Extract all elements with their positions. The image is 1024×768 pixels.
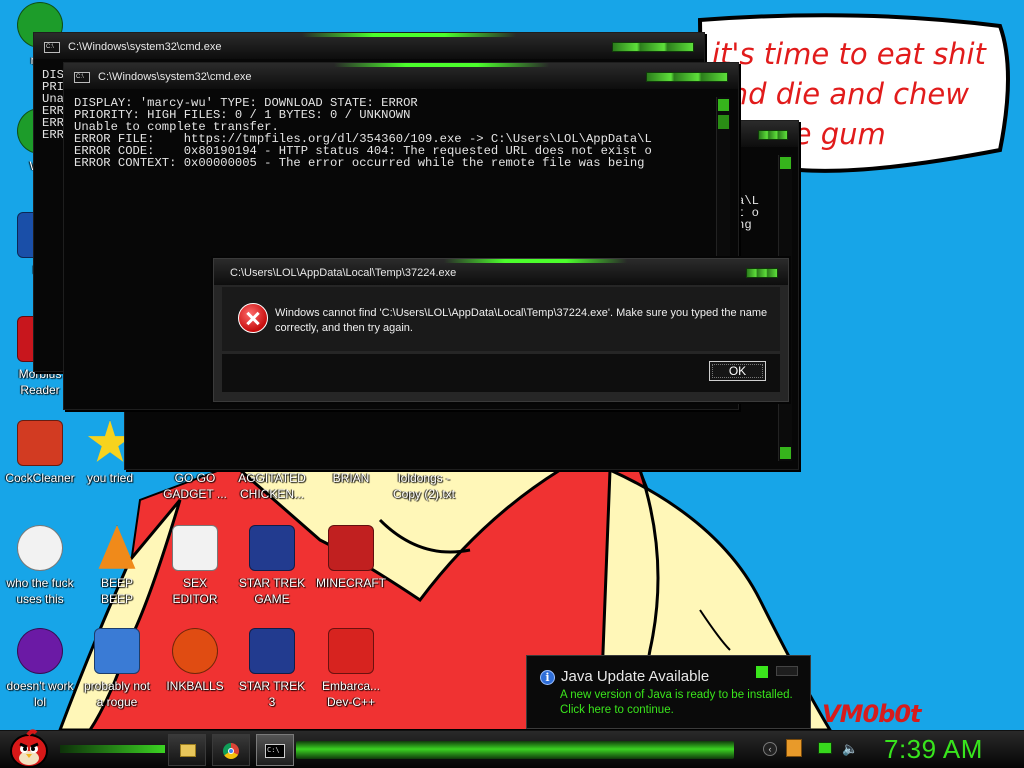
desktop-icon-label: INKBALLS (166, 679, 224, 693)
cmd-back-title: C:\Windows\system32\cmd.exe (68, 41, 222, 53)
scroll-down-arrow-icon[interactable] (780, 447, 791, 459)
show-hidden-icons-chevron-icon[interactable]: ‹ (763, 742, 777, 756)
desktop-icon-label: doesn't work lol (6, 679, 74, 709)
taskbar: C:\ ‹ 🔈 (0, 727, 1024, 768)
scroll-thumb[interactable] (718, 115, 729, 129)
error-message: Windows cannot find 'C:\Users\LOL\AppDat… (275, 307, 768, 334)
desktop-icon-label: SEX EDITOR (172, 576, 218, 606)
avast-icon (17, 525, 63, 571)
volume-icon[interactable]: 🔈 (842, 742, 858, 757)
desktop-icon-label: Embarca... Dev-C++ (321, 679, 381, 709)
java-message[interactable]: A new version of Java is ready to be ins… (560, 688, 793, 718)
desktop-icon[interactable]: BEEP BEEP (77, 525, 157, 607)
devcpp-icon (328, 628, 374, 674)
star-wars-game-icon (249, 628, 295, 674)
desktop-icon-label: loldongs - Copy (2).txt (392, 471, 455, 501)
file-explorer-icon (180, 744, 196, 757)
signature-text: VM0b0t (822, 700, 922, 728)
chrome-icon (223, 743, 239, 759)
java-tray-icon[interactable] (786, 739, 802, 757)
window-controls[interactable] (646, 72, 728, 82)
desktop-icon-label: STAR TREK 3 (238, 679, 306, 709)
taskbar-chrome-button[interactable] (212, 734, 250, 766)
cmd-front-output: DISPLAY: 'marcy-wu' TYPE: DOWNLOAD STATE… (74, 97, 652, 170)
ok-button[interactable]: OK (709, 361, 766, 381)
angry-bird-icon (328, 525, 374, 571)
cmd-icon: C:\ (265, 744, 285, 758)
desktop-icon-label: CockCleaner (5, 471, 75, 485)
hxd-icon (172, 525, 218, 571)
error-icon (238, 303, 268, 333)
desktop-icon-label: AGGITATED CHICKEN... (238, 471, 306, 501)
window-controls[interactable] (758, 130, 788, 140)
info-icon: i (540, 670, 555, 685)
inkball-icon (172, 628, 218, 674)
cmd-icon: C:\ (74, 72, 90, 83)
vlc-cone-icon (98, 525, 136, 569)
taskbar-cmd-button[interactable]: C:\ (256, 734, 294, 766)
java-title: Java Update Available (561, 668, 710, 685)
start-button[interactable] (6, 727, 52, 768)
desktop-icon[interactable]: Embarca... Dev-C++ (311, 628, 391, 710)
desktop-icon-label: GO GO GADGET ... (163, 471, 227, 501)
desktop-icon[interactable]: INKBALLS (155, 628, 235, 694)
desktop-icon-label: BRIAN (332, 471, 370, 485)
scroll-up-arrow-icon[interactable] (780, 157, 791, 169)
desktop-icon[interactable]: MINECRAFT (311, 525, 391, 591)
cmd-icon: C:\ (44, 42, 60, 53)
close-button[interactable] (776, 666, 798, 676)
network-icon[interactable] (818, 742, 832, 754)
cmd-front-title: C:\Windows\system32\cmd.exe (98, 71, 252, 83)
desktop-icon[interactable]: CockCleaner (0, 420, 80, 486)
tray-shortcut-icon (756, 666, 768, 678)
cmd-front-titlebar[interactable]: C:\ C:\Windows\system32\cmd.exe (64, 63, 738, 89)
desktop-icon-label: probably not a rogue (83, 679, 151, 709)
yahoo-messenger-icon (17, 628, 63, 674)
desktop-icon[interactable]: STAR TREK 3 (232, 628, 312, 710)
error-dialog-title: C:\Users\LOL\AppData\Local\Temp\37224.ex… (230, 267, 457, 279)
desktop-icon-label: BEEP BEEP (100, 576, 133, 606)
desktop-icon[interactable]: SEX EDITOR (155, 525, 235, 607)
desktop-icon-label: STAR TREK GAME (238, 576, 306, 606)
java-update-notification[interactable]: i Java Update Available A new version of… (526, 655, 811, 729)
desktop-icon[interactable]: doesn't work lol (0, 628, 80, 710)
desktop-icon[interactable]: STAR TREK GAME (232, 525, 312, 607)
ccleaner-icon (17, 420, 63, 466)
desktop-icon[interactable]: probably not a rogue (77, 628, 157, 710)
window-controls[interactable] (612, 42, 694, 52)
cmd-right-output: a\L t o ng (737, 195, 759, 232)
gear-program-icon (94, 628, 140, 674)
desktop-icon-label: MINECRAFT (316, 576, 386, 590)
error-dialog[interactable]: C:\Users\LOL\AppData\Local\Temp\37224.ex… (213, 258, 789, 402)
scroll-up-arrow-icon[interactable] (718, 99, 729, 111)
star-wars-game-icon (249, 525, 295, 571)
error-dialog-titlebar[interactable]: C:\Users\LOL\AppData\Local\Temp\37224.ex… (214, 259, 788, 285)
desktop-icon[interactable]: who the fuck uses this (0, 525, 80, 607)
cmd-back-titlebar[interactable]: C:\ C:\Windows\system32\cmd.exe (34, 33, 704, 59)
taskbar-explorer-button[interactable] (168, 734, 206, 766)
desktop-icon-label: who the fuck uses this (6, 576, 74, 606)
desktop-icon-label: you tried (86, 471, 134, 485)
close-button[interactable] (746, 268, 778, 278)
taskbar-clock[interactable]: 7:39 AM (884, 734, 983, 765)
